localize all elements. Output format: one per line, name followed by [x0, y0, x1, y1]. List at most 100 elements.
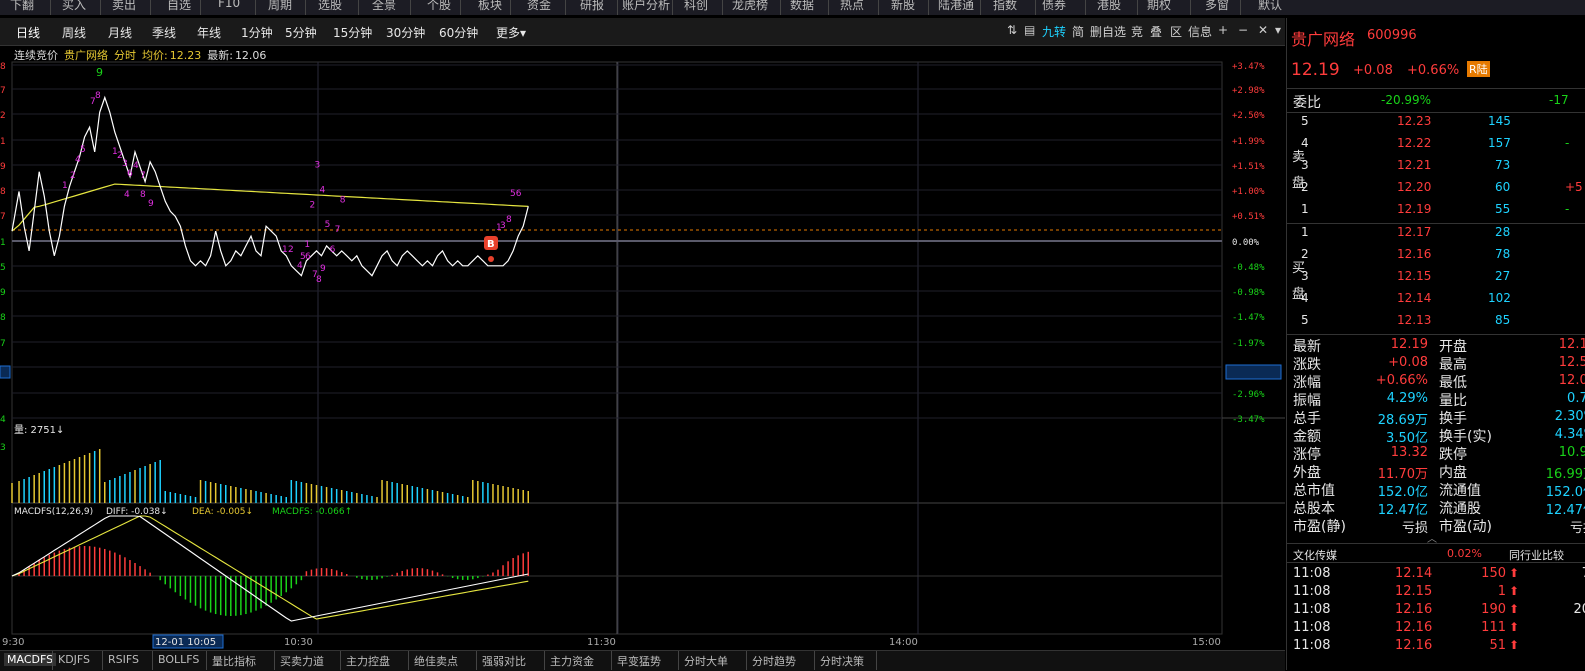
- toolbar-icon-11[interactable]: ✕: [1258, 23, 1268, 37]
- tab-量比指标[interactable]: 量比指标: [212, 653, 256, 669]
- topmenu-item[interactable]: 买入: [62, 0, 86, 13]
- tab-早变猛势[interactable]: 早变猛势: [617, 653, 661, 669]
- topmenu-item[interactable]: 全景: [372, 0, 396, 13]
- toolbar-icon-1[interactable]: ▤: [1024, 23, 1035, 37]
- period-4[interactable]: 年线: [197, 24, 221, 41]
- topmenu-item[interactable]: 个股: [427, 0, 451, 13]
- topmenu-item[interactable]: 板块: [478, 0, 502, 13]
- stat-value: 11.70万: [1377, 467, 1428, 482]
- period-1[interactable]: 周线: [62, 24, 86, 41]
- sector-compare[interactable]: 同行业比较: [1509, 547, 1564, 563]
- tick-time: 11:08: [1293, 584, 1331, 599]
- period-2[interactable]: 月线: [108, 24, 132, 41]
- buy-level: 4: [1301, 291, 1309, 305]
- sell-price: 12.22: [1397, 136, 1432, 150]
- tick-price: 12.15: [1395, 584, 1433, 599]
- up-arrow-icon: ⬆: [1509, 602, 1520, 616]
- left-axis-cursor: [0, 365, 11, 379]
- topmenu-item[interactable]: F10: [218, 0, 240, 10]
- toolbar-icon-7[interactable]: 区: [1170, 23, 1182, 40]
- topmenu-item[interactable]: 新股: [891, 0, 915, 13]
- tab-macdfs[interactable]: MACDFS: [4, 653, 57, 666]
- toolbar-icon-0[interactable]: ⇅: [1007, 23, 1017, 37]
- tab-强弱对比[interactable]: 强弱对比: [482, 653, 526, 669]
- tab-rsifs[interactable]: RSIFS: [108, 653, 139, 666]
- topmenu-item[interactable]: 多窗: [1205, 0, 1229, 13]
- topmenu-item[interactable]: 资金: [527, 0, 551, 13]
- topmenu-item[interactable]: 指数: [993, 0, 1017, 13]
- topmenu-item[interactable]: 龙虎榜: [732, 0, 768, 13]
- topmenu-item[interactable]: 选股: [318, 0, 342, 13]
- tab-bollfs[interactable]: BOLLFS: [158, 653, 199, 666]
- period-6[interactable]: 5分钟: [285, 24, 317, 41]
- macd-dea: DEA: -0.005↓: [192, 507, 253, 517]
- pct-axis-label: -1.47%: [1232, 313, 1265, 323]
- period-10[interactable]: 更多▾: [496, 24, 526, 41]
- topmenu-item[interactable]: 债券: [1042, 0, 1066, 13]
- topmenu-item[interactable]: 科创: [684, 0, 708, 13]
- toolbar-icon-2[interactable]: 九转: [1042, 23, 1066, 40]
- topmenu-item[interactable]: 卖出: [112, 0, 136, 13]
- market-badge[interactable]: R陆: [1467, 61, 1490, 77]
- td-count-label: 3: [315, 161, 321, 171]
- menu-separator: [565, 0, 566, 15]
- toolbar-icon-9[interactable]: +: [1218, 23, 1228, 37]
- tab-主力资金[interactable]: 主力资金: [550, 653, 594, 669]
- tab-separator: [746, 651, 747, 670]
- topmenu-item[interactable]: 港股: [1097, 0, 1121, 13]
- topmenu-item[interactable]: 默认: [1258, 0, 1282, 13]
- intraday-chart[interactable]: +3.47% +2.98% +2.50% +1.99% +1.51% +1.00% +0.5…: [0, 46, 1285, 650]
- menu-separator: [100, 0, 101, 15]
- up-arrow-icon: ⬆: [1509, 620, 1520, 634]
- toolbar-icon-10[interactable]: −: [1238, 23, 1248, 37]
- topmenu-item[interactable]: 数据: [790, 0, 814, 13]
- time-axis-label: 12-01 10:05: [155, 637, 216, 648]
- divider: [1287, 112, 1585, 113]
- sell-change: -: [1565, 136, 1570, 150]
- left-axis-label: 7: [0, 339, 6, 349]
- period-0[interactable]: 日线: [16, 24, 40, 41]
- td-count-label: 4: [297, 261, 303, 271]
- sector-name[interactable]: 文化传媒: [1293, 547, 1337, 563]
- period-3[interactable]: 季线: [152, 24, 176, 41]
- chart-info-line: 连续竞价 贵广网络 分时 均价: 12.23 最新: 12.06: [14, 47, 272, 63]
- tab-分时趋势[interactable]: 分时趋势: [752, 653, 796, 669]
- tab-分时决策[interactable]: 分时决策: [820, 653, 864, 669]
- topmenu-item[interactable]: 周期: [268, 0, 292, 13]
- left-axis-label: 4: [0, 415, 6, 425]
- toolbar-icon-8[interactable]: 信息: [1188, 23, 1212, 40]
- stat-value: 12.47亿: [1377, 503, 1428, 518]
- topmenu-item[interactable]: 研报: [580, 0, 604, 13]
- period-5[interactable]: 1分钟: [241, 24, 273, 41]
- sell-change: -: [1565, 202, 1570, 216]
- toolbar-icon-3[interactable]: 简: [1072, 23, 1084, 40]
- topmenu-item[interactable]: 账户分析: [622, 0, 670, 13]
- tab-分时大单[interactable]: 分时大单: [684, 653, 728, 669]
- tab-买卖力道[interactable]: 买卖力道: [280, 653, 324, 669]
- menu-separator: [928, 0, 929, 15]
- menu-separator: [980, 0, 981, 15]
- topmenu-item[interactable]: 下翻: [10, 0, 34, 13]
- toolbar-icon-4[interactable]: 删自选: [1090, 23, 1126, 40]
- topmenu-item[interactable]: 期权: [1147, 0, 1171, 13]
- topmenu-item[interactable]: 陆港通: [938, 0, 974, 13]
- stat-value: 4.34%: [1554, 427, 1585, 442]
- toolbar-icon-6[interactable]: 叠: [1150, 23, 1162, 40]
- tab-主力控盘[interactable]: 主力控盘: [346, 653, 390, 669]
- menu-separator: [510, 0, 511, 15]
- topmenu-item[interactable]: 自选: [167, 0, 191, 13]
- toolbar-icon-5[interactable]: 竞: [1131, 23, 1143, 40]
- period-9[interactable]: 60分钟: [439, 24, 478, 41]
- buy-volume: 85: [1495, 313, 1511, 327]
- td-count-label: 1: [304, 240, 310, 250]
- tab-绝佳卖点[interactable]: 绝佳卖点: [414, 653, 458, 669]
- toolbar-icon-12[interactable]: ▾: [1275, 23, 1281, 37]
- buy-volume: 102: [1488, 291, 1511, 305]
- stat-value: +0.66%: [1375, 373, 1428, 388]
- topmenu-item[interactable]: 热点: [840, 0, 864, 13]
- tab-kdjfs[interactable]: KDJFS: [58, 653, 90, 666]
- period-7[interactable]: 15分钟: [333, 24, 372, 41]
- sell-level: 2: [1301, 180, 1309, 194]
- left-axis-label: 8: [0, 62, 6, 72]
- period-8[interactable]: 30分钟: [386, 24, 425, 41]
